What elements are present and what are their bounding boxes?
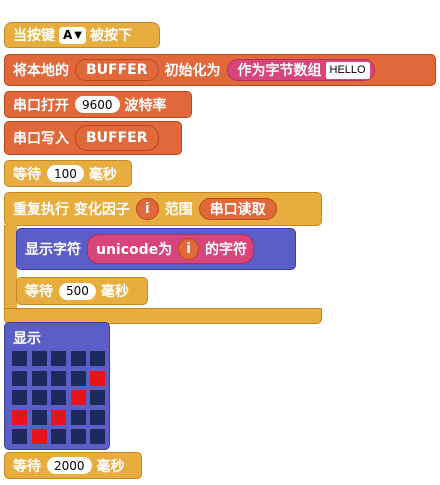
led-cell[interactable] [90,390,105,405]
show-leds-block[interactable]: 显示 [4,322,110,450]
led-cell[interactable] [51,370,66,386]
wait-label: 等待 [25,284,53,300]
led-cell[interactable] [51,390,66,405]
led-cell[interactable] [12,390,27,405]
led-cell[interactable] [90,409,105,425]
byte-array-label: 作为字节数组 [237,63,322,79]
variable-name: BUFFER [86,62,148,78]
serial-open-suffix: 波特率 [124,97,167,114]
led-cell[interactable] [90,351,105,366]
wait-label: 等待 [13,166,41,183]
string-input[interactable]: HELLO [325,61,370,79]
led-cell[interactable] [31,409,47,425]
serial-open-block[interactable]: 串口打开 9600 波特率 [4,91,192,118]
led-cell[interactable] [90,370,105,386]
led-cell[interactable] [31,390,47,405]
wait-block-500[interactable]: 等待 500 毫秒 [16,277,148,305]
chevron-down-icon: ▼ [74,29,82,41]
led-cell[interactable] [70,351,86,366]
wait-ms-input[interactable]: 100 [47,165,84,182]
variable-buffer[interactable]: BUFFER [75,59,159,81]
init-label: 将本地的 [13,63,69,79]
led-cell[interactable] [31,351,47,366]
show-char-label: 显示字符 [25,242,81,258]
init-local-variable-block[interactable]: 将本地的 BUFFER 初始化为 作为字节数组 HELLO [4,54,436,86]
led-cell[interactable] [70,409,86,425]
show-character-block[interactable]: 显示字符 unicode为 i 的字符 [16,228,296,270]
serial-write-block[interactable]: 串口写入 BUFFER [4,121,182,155]
led-cell[interactable] [12,370,27,386]
led-cell[interactable] [70,370,86,386]
event-suffix: 被按下 [90,28,132,44]
variable-name: i [186,241,191,257]
wait-label: 等待 [13,458,41,475]
led-cell[interactable] [12,409,27,425]
led-cell[interactable] [31,429,47,444]
led-grid [12,351,110,449]
variable-name: i [144,201,150,217]
led-cell[interactable] [51,429,66,444]
on-button-pressed-block[interactable]: 当按键 A ▼ 被按下 [4,22,160,48]
serial-write-label: 串口写入 [13,131,69,147]
led-cell[interactable] [70,429,86,444]
variable-name: BUFFER [86,130,148,146]
wait-block-2000[interactable]: 等待 2000 毫秒 [4,452,142,479]
serial-open-label: 串口打开 [13,97,69,114]
wait-ms-input[interactable]: 500 [59,282,96,300]
button-key-dropdown[interactable]: A ▼ [59,26,86,44]
key-value: A [63,28,73,42]
serial-read-label: 串口读取 [209,202,266,218]
wait-unit: 毫秒 [100,284,129,300]
show-leds-label: 显示 [13,331,41,347]
repeat-header[interactable]: 重复执行 变化因子 i 范围 串口读取 [4,192,322,226]
repeat-label: 重复执行 变化因子 [13,202,130,218]
wait-ms-input[interactable]: 2000 [47,457,92,474]
led-cell[interactable] [12,429,27,444]
event-label: 当按键 [13,28,55,44]
led-cell[interactable] [51,409,66,425]
led-cell[interactable] [31,370,47,386]
serial-write-arg[interactable]: BUFFER [75,125,159,151]
led-cell[interactable] [51,351,66,366]
range-label: 范围 [164,202,193,218]
unicode-label: unicode为 [96,242,173,258]
wait-unit: 毫秒 [88,166,117,183]
byte-array-block[interactable]: 作为字节数组 HELLO [226,59,375,81]
led-cell[interactable] [12,351,27,366]
char-var-i[interactable]: i [178,238,199,260]
serial-read-block[interactable]: 串口读取 [198,198,277,220]
char-suffix: 的字符 [204,242,247,258]
init-mid-label: 初始化为 [164,63,221,79]
led-cell[interactable] [90,429,105,444]
led-cell[interactable] [70,390,86,405]
unicode-to-char-block[interactable]: unicode为 i 的字符 [87,234,254,264]
loop-var-i[interactable]: i [135,198,159,220]
repeat-loop-container[interactable]: 重复执行 变化因子 i 范围 串口读取 显示字符 unicode为 i 的字符 … [4,192,322,324]
baud-input[interactable]: 9600 [75,96,120,113]
wait-unit: 毫秒 [96,458,125,475]
wait-block-100[interactable]: 等待 100 毫秒 [4,160,132,187]
